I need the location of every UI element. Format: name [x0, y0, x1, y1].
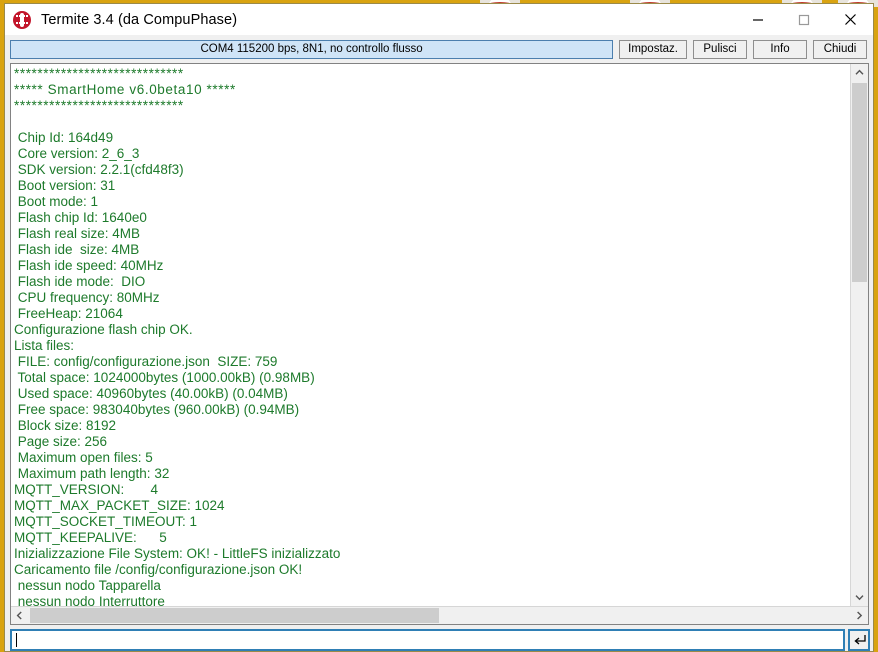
- terminal-line: Maximum path length: 32: [14, 466, 170, 481]
- command-input[interactable]: [10, 629, 845, 651]
- vertical-scrollbar-thumb[interactable]: [852, 83, 867, 282]
- terminal-line: Caricamento file /config/configurazione.…: [14, 562, 303, 577]
- terminal-line: Flash ide mode: DIO: [14, 274, 146, 289]
- info-button[interactable]: Info: [753, 39, 807, 59]
- terminal-line: nessun nodo Tapparella: [14, 578, 161, 593]
- scroll-right-button[interactable]: [851, 607, 868, 624]
- terminal-line: Boot version: 31: [14, 178, 116, 193]
- terminal-line: Flash ide speed: 40MHz: [14, 258, 164, 273]
- chevron-right-icon: [857, 611, 863, 620]
- terminal-body: ***************************** ***** Smart…: [11, 64, 868, 606]
- chevron-up-icon: [855, 69, 864, 75]
- settings-button[interactable]: Impostaz.: [619, 39, 687, 59]
- terminal-line: Inizializzazione File System: OK! - Litt…: [14, 546, 341, 561]
- window-title: Termite 3.4 (da CompuPhase): [41, 11, 238, 28]
- terminal-panel: ***************************** ***** Smart…: [10, 63, 869, 625]
- maximize-icon: [798, 14, 810, 25]
- maximize-button[interactable]: [781, 4, 827, 35]
- horizontal-scrollbar-thumb[interactable]: [30, 608, 439, 623]
- terminal-line: Core version: 2_6_3: [14, 146, 140, 161]
- terminal-line: Configurazione flash chip OK.: [14, 322, 193, 337]
- terminal-line: Flash ide size: 4MB: [14, 242, 140, 257]
- terminal-line: nessun nodo Interruttore: [14, 594, 165, 606]
- terminal-output[interactable]: ***************************** ***** Smart…: [11, 64, 850, 606]
- scroll-left-button[interactable]: [11, 607, 28, 624]
- terminal-line: *****************************: [14, 66, 184, 81]
- terminal-line: *****************************: [14, 98, 184, 113]
- close-session-button[interactable]: Chiudi: [813, 39, 867, 59]
- terminal-line: Boot mode: 1: [14, 194, 99, 209]
- scroll-up-button[interactable]: [851, 64, 868, 81]
- chevron-left-icon: [16, 611, 22, 620]
- vertical-scrollbar[interactable]: [850, 64, 868, 606]
- terminal-line: FreeHeap: 21064: [14, 306, 123, 321]
- window-controls: [735, 4, 873, 35]
- chevron-down-icon: [855, 595, 864, 601]
- close-icon: [844, 14, 856, 25]
- horizontal-scrollbar[interactable]: [11, 606, 868, 624]
- terminal-line: Flash real size: 4MB: [14, 226, 141, 241]
- terminal-line: Chip Id: 164d49: [14, 130, 114, 145]
- terminal-line: MQTT_SOCKET_TIMEOUT: 1: [14, 514, 198, 529]
- send-button[interactable]: [848, 629, 870, 651]
- terminal-line: Total space: 1024000bytes (1000.00kB) (0…: [14, 370, 315, 385]
- scroll-down-button[interactable]: [851, 589, 868, 606]
- terminal-line: MQTT_VERSION: 4: [14, 482, 159, 497]
- terminal-line: FILE: config/configurazione.json SIZE: 7…: [14, 354, 278, 369]
- terminal-line: Free space: 983040bytes (960.00kB) (0.94…: [14, 402, 300, 417]
- terminal-line: Used space: 40960bytes (40.00kB) (0.04MB…: [14, 386, 288, 401]
- terminal-line: Block size: 8192: [14, 418, 117, 433]
- terminal-line: SDK version: 2.2.1(cfd48f3): [14, 162, 184, 177]
- terminal-line: ***** SmartHome v6.0beta10 *****: [14, 82, 236, 97]
- title-bar: Termite 3.4 (da CompuPhase): [5, 4, 873, 35]
- clear-button[interactable]: Pulisci: [693, 39, 747, 59]
- status-toolbar-row: COM4 115200 bps, 8N1, no controllo fluss…: [5, 38, 873, 60]
- minimize-icon: [753, 18, 763, 21]
- terminal-line: MQTT_KEEPALIVE: 5: [14, 530, 167, 545]
- connection-status-bar[interactable]: COM4 115200 bps, 8N1, no controllo fluss…: [10, 39, 614, 59]
- terminal-line: Flash chip Id: 1640e0: [14, 210, 147, 225]
- terminal-line: Lista files:: [14, 338, 75, 353]
- minimize-button[interactable]: [735, 4, 781, 35]
- text-caret: [16, 633, 17, 647]
- termite-window: Termite 3.4 (da CompuPhase) COM4 115200 …: [4, 3, 874, 652]
- command-row: [10, 629, 870, 651]
- terminal-line: Page size: 256: [14, 434, 108, 449]
- enter-return-icon: [853, 635, 866, 645]
- terminal-line: MQTT_MAX_PACKET_SIZE: 1024: [14, 498, 225, 513]
- terminal-line: CPU frequency: 80MHz: [14, 290, 160, 305]
- termite-bug-icon: [13, 10, 31, 29]
- terminal-line: Maximum open files: 5: [14, 450, 153, 465]
- close-button[interactable]: [827, 4, 873, 35]
